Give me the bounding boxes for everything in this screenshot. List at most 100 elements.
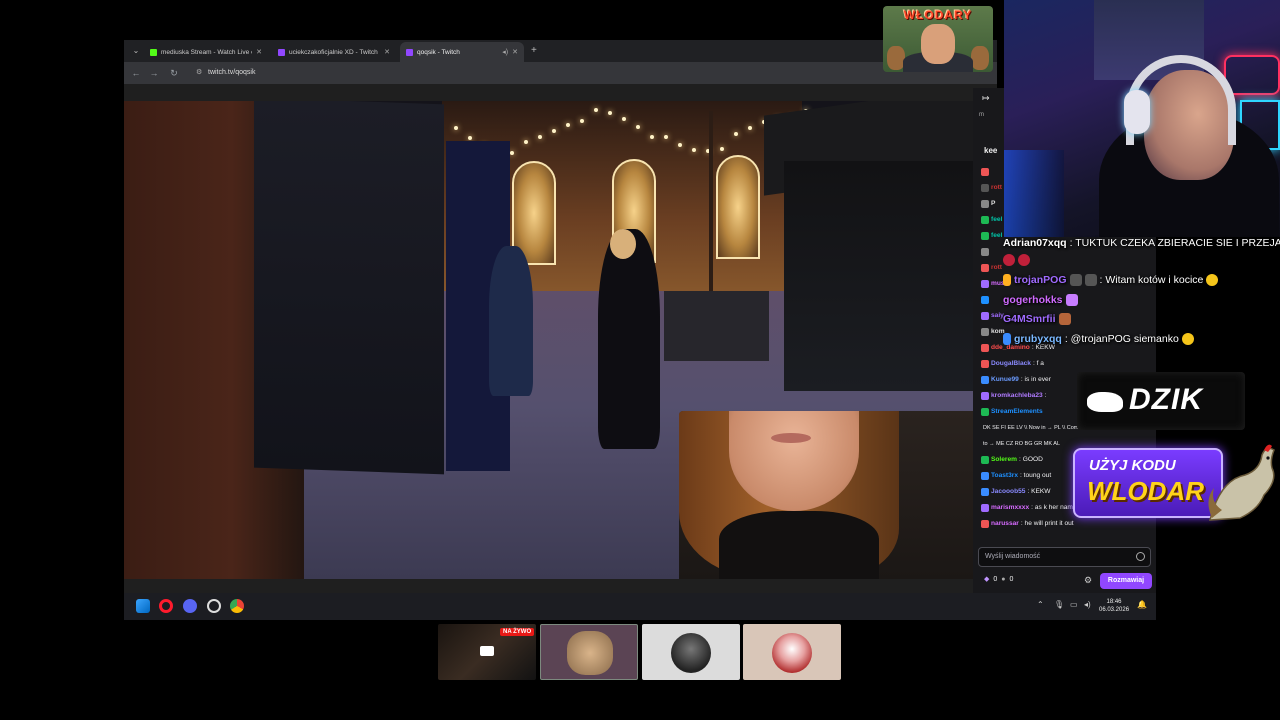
- reload-icon[interactable]: ↻: [168, 67, 180, 79]
- chat-username[interactable]: marismxxxx: [991, 502, 1029, 514]
- back-icon[interactable]: ←: [130, 67, 142, 79]
- chat-username[interactable]: Jacooob55: [991, 486, 1025, 498]
- tab-strip: ⌄ mediuska Stream - Watch Live o ✕ uciek…: [124, 40, 997, 62]
- dzik-banner: DZIK: [1077, 372, 1245, 430]
- site-info-icon[interactable]: ⚙: [196, 69, 204, 77]
- chevron-up-icon[interactable]: ⌃: [1037, 600, 1044, 609]
- network-icon[interactable]: ▭: [1070, 600, 1078, 609]
- emote-picker-icon[interactable]: [1136, 552, 1145, 561]
- chat-username[interactable]: narussar: [991, 518, 1019, 530]
- chat-send-button[interactable]: Rozmawiaj: [1100, 573, 1152, 589]
- chat-badge-icon: [981, 184, 989, 192]
- chat-username[interactable]: StreamElements: [991, 406, 1043, 418]
- close-icon[interactable]: ✕: [512, 48, 518, 56]
- chat-message-text: :: [1044, 392, 1047, 399]
- thumbnail-avatar-1[interactable]: [540, 624, 638, 680]
- tab-twitch-2[interactable]: qoqsik - Twitch ◂) ✕: [400, 42, 524, 62]
- chat-username[interactable]: Toast3rx: [991, 470, 1018, 482]
- string-light: [622, 116, 626, 121]
- webcam-screen-glow: [1004, 150, 1064, 237]
- webcam-neon-sign: [1224, 55, 1280, 95]
- notification-icon[interactable]: 🔔: [1137, 600, 1147, 609]
- video-person-man: [489, 246, 533, 396]
- video-facecam: [679, 411, 973, 579]
- tab-kick[interactable]: mediuska Stream - Watch Live o ✕: [144, 42, 268, 62]
- thumbnail-avatar-2[interactable]: [642, 624, 740, 680]
- chat-message-text: : f a: [1032, 360, 1044, 367]
- points-icon: ◆: [984, 576, 990, 583]
- microphone-icon[interactable]: 🎙: [1054, 600, 1064, 609]
- chat-badge-icon: [981, 328, 989, 336]
- chat-settings-icon[interactable]: ⚙: [1084, 575, 1092, 586]
- string-light: [664, 135, 668, 140]
- stream-video[interactable]: [124, 101, 973, 579]
- tab-search-icon[interactable]: ⌄: [130, 45, 142, 57]
- thumbnail-avatar-3[interactable]: [743, 624, 841, 680]
- collapse-chat-icon[interactable]: ↦: [982, 93, 990, 104]
- audio-icon[interactable]: ◂): [502, 48, 508, 56]
- overlay-chat-line: trojanPOG : Witam kotów i kocice: [1003, 272, 1219, 288]
- opera-icon[interactable]: [159, 599, 173, 613]
- close-icon[interactable]: ✕: [256, 48, 262, 56]
- chat-username[interactable]: DougalBlack: [991, 358, 1031, 370]
- chat-badge-icon: [981, 248, 989, 256]
- tab-title: qoqsik - Twitch: [417, 48, 460, 56]
- taskbar-clock[interactable]: 18:46 06.03.2026: [1099, 598, 1129, 614]
- emote-icon: [1181, 333, 1194, 345]
- url-text: twitch.tv/qoqsik: [208, 69, 256, 76]
- forward-icon[interactable]: →: [148, 67, 160, 79]
- string-light: [650, 135, 654, 140]
- app-icon[interactable]: [207, 599, 221, 613]
- chat-input[interactable]: Wyślij wiadomość: [978, 547, 1151, 567]
- chat-bubble-icon: [480, 646, 494, 656]
- address-bar[interactable]: ⚙ twitch.tv/qoqsik: [190, 65, 980, 81]
- overlay-chat-user: trojanPOG: [1014, 274, 1067, 286]
- wlodary-logo: WŁODARY: [883, 6, 993, 72]
- chat-username[interactable]: Kunue99: [991, 374, 1019, 386]
- chat-badge-icon: [981, 472, 989, 480]
- chat-badge-icon: [981, 296, 989, 304]
- chat-badge-icon: [981, 392, 989, 400]
- chat-input-placeholder: Wyślij wiadomość: [985, 553, 1041, 560]
- overlay-chat-line: grubyxqq : @trojanPOG siemanko: [1003, 331, 1194, 347]
- twitch-icon: [406, 48, 413, 56]
- chat-message-text: : toung out: [1020, 472, 1052, 479]
- close-icon[interactable]: ✕: [384, 48, 390, 56]
- chat-badge-icon: [981, 280, 989, 288]
- chat-pinned-title: kee: [984, 146, 998, 155]
- live-badge: NA ŻYWO: [500, 628, 535, 636]
- overlay-chat-user: G4MSmrfii: [1003, 313, 1056, 325]
- chrome-icon[interactable]: [230, 599, 244, 613]
- video-dark-panel: [254, 101, 444, 475]
- string-light: [454, 126, 458, 130]
- tab-title: mediuska Stream - Watch Live o: [161, 48, 253, 56]
- taskbar: ⌃ 🎙 ▭ ◂) 18:46 06.03.2026 🔔: [124, 593, 1156, 620]
- chat-row: narussar: he will print it out: [981, 518, 1153, 530]
- start-icon[interactable]: [136, 599, 150, 613]
- new-tab-button[interactable]: +: [531, 45, 537, 57]
- channel-points[interactable]: ◆ 0 ● 0: [984, 575, 1013, 584]
- thumbnail-stream[interactable]: NA ŻYWO: [438, 624, 536, 680]
- chat-username[interactable]: kromkachleba23: [991, 390, 1043, 402]
- promo-line-1: UŻYJ KODU: [1089, 457, 1176, 474]
- boar-icon: [1087, 392, 1123, 412]
- chat-message-text: : KEKW: [1027, 488, 1051, 495]
- avatar: [567, 631, 613, 675]
- string-light: [636, 125, 640, 130]
- string-light: [524, 139, 528, 144]
- video-person-hair: [610, 229, 636, 259]
- chat-username[interactable]: Solerem: [991, 454, 1017, 466]
- emote-icon: [1069, 274, 1082, 286]
- video-person-woman: [598, 229, 660, 449]
- tab-twitch-1[interactable]: uciekczakoficjalnie XD - Twitch ✕: [272, 42, 396, 62]
- chat-username[interactable]: feel: [991, 214, 1002, 226]
- facecam-lips: [771, 433, 811, 443]
- chat-message-text: to → ME CZ RO BG GR MK AL: [983, 441, 1061, 447]
- overlay-chat-msg: : @trojanPOG siemanko: [1064, 333, 1179, 345]
- volume-icon[interactable]: ◂): [1084, 600, 1091, 609]
- chat-username[interactable]: P: [991, 198, 995, 210]
- chat-row: DougalBlack: f a: [981, 358, 1153, 370]
- emote-icon: [1084, 274, 1097, 286]
- chat-username[interactable]: rott: [991, 182, 1002, 194]
- discord-icon[interactable]: [183, 599, 197, 613]
